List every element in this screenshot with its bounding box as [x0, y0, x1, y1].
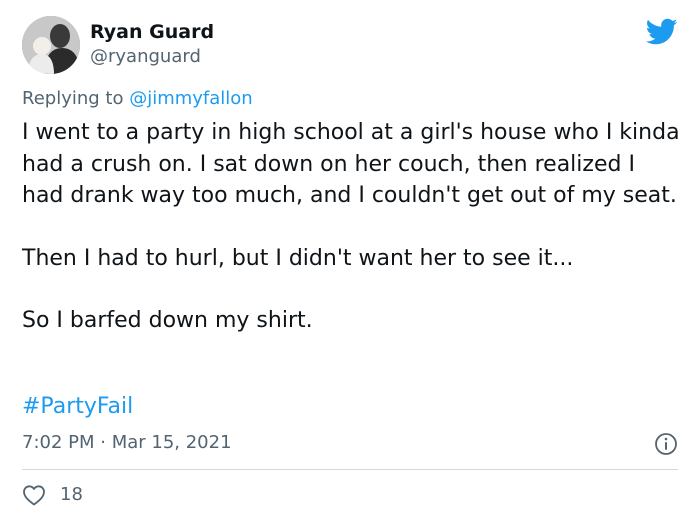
info-icon[interactable] — [654, 432, 678, 456]
author-display-name[interactable]: Ryan Guard — [90, 20, 214, 44]
reply-context: Replying to @jimmyfallon — [22, 88, 253, 110]
hashtag-link[interactable]: #PartyFail — [22, 392, 133, 422]
tweet-paragraph: So I barfed down my shirt. — [22, 308, 313, 333]
tweet-card: Ryan Guard @ryanguard Replying to @jimmy… — [0, 0, 700, 524]
heart-icon[interactable] — [22, 484, 46, 506]
twitter-bird-icon[interactable] — [646, 18, 678, 46]
reply-prefix: Replying to — [22, 88, 130, 109]
like-count: 18 — [60, 484, 83, 505]
reply-mention-link[interactable]: @jimmyfallon — [129, 88, 253, 109]
tweet-paragraph: I went to a party in high school at a gi… — [22, 120, 680, 208]
tweet-text: I went to a party in high school at a gi… — [22, 117, 682, 337]
author-handle[interactable]: @ryanguard — [90, 46, 201, 68]
divider — [22, 469, 678, 470]
tweet-paragraph: Then I had to hurl, but I didn't want he… — [22, 245, 574, 271]
author-avatar[interactable] — [22, 16, 80, 74]
tweet-timestamp[interactable]: 7:02 PM · Mar 15, 2021 — [22, 431, 232, 455]
